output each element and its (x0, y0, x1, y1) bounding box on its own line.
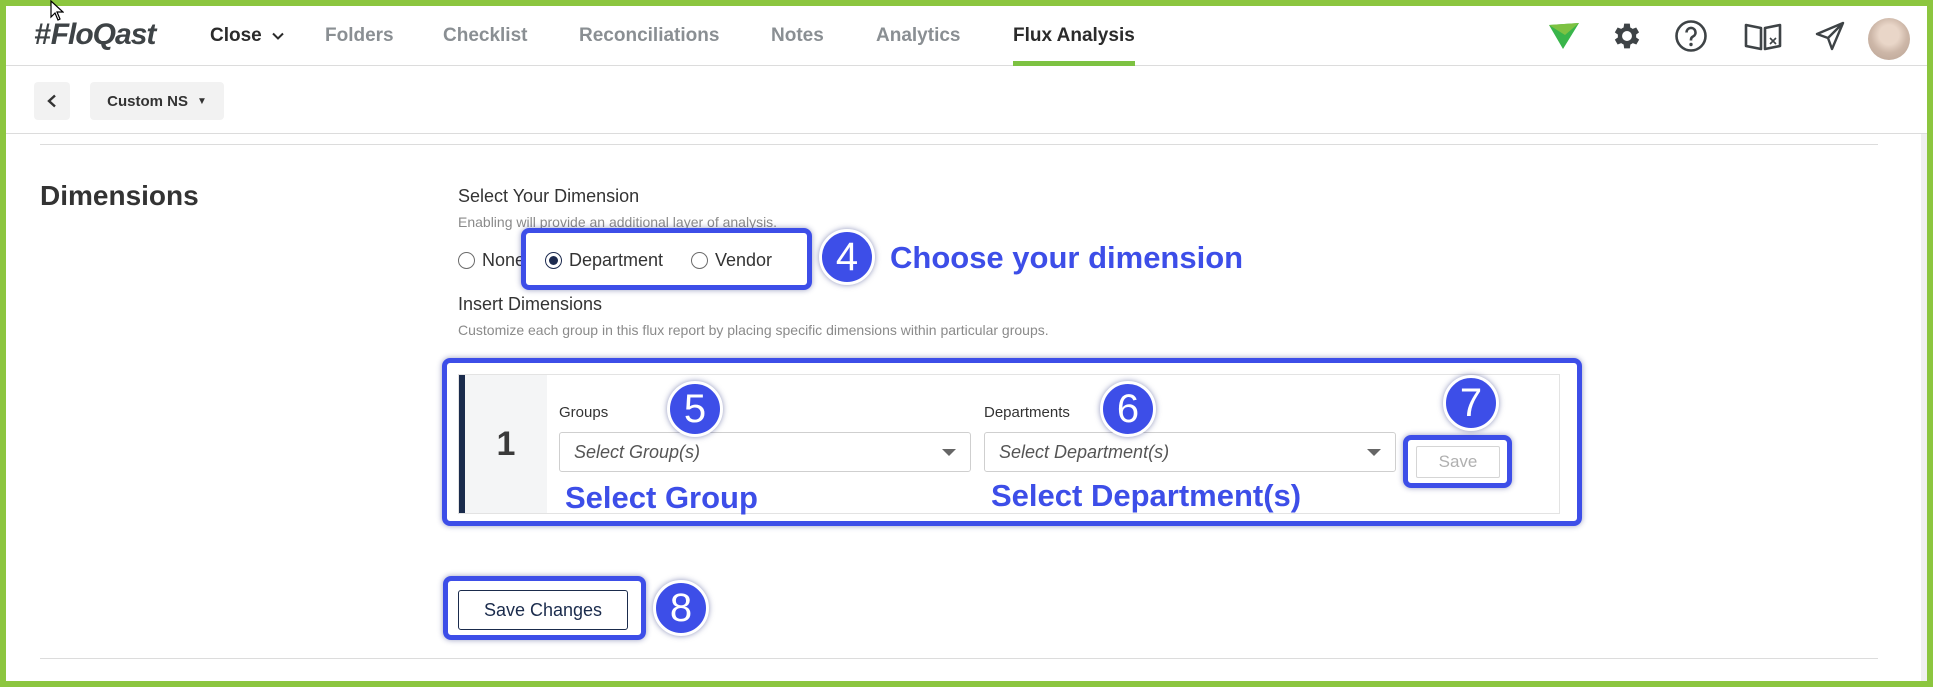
vertical-scrollbar[interactable] (1921, 134, 1927, 681)
highlight-dimension-options (521, 228, 812, 290)
insert-dimensions-hint: Customize each group in this flux report… (458, 322, 1049, 338)
insert-dimensions-heading: Insert Dimensions (458, 294, 603, 314)
nav-tab-checklist[interactable]: Checklist (443, 6, 527, 66)
highlight-save-button (1403, 435, 1512, 488)
book-icon[interactable] (1742, 18, 1784, 54)
chevron-left-icon (47, 94, 56, 108)
select-dimension-heading: Select Your Dimension (458, 186, 640, 206)
step-badge-8: 8 (653, 580, 709, 636)
callout-choose-dimension: Choose your dimension (890, 240, 1244, 275)
section-divider-top (40, 144, 1878, 145)
callout-select-departments: Select Department(s) (991, 478, 1302, 513)
nav-tab-close-label: Close (210, 25, 262, 46)
send-icon[interactable] (1812, 18, 1848, 54)
avatar[interactable] (1868, 18, 1910, 60)
nav-tab-reconciliations[interactable]: Reconciliations (579, 6, 719, 66)
floqast-logo[interactable]: # FloQast (34, 18, 156, 52)
mouse-cursor-icon (50, 0, 64, 21)
step-badge-6: 6 (1100, 381, 1156, 437)
top-navigation: # FloQast Close Folders Checklist Reconci… (6, 6, 1927, 66)
help-icon[interactable] (1673, 18, 1709, 54)
section-title: Dimensions (40, 180, 199, 211)
gear-icon[interactable] (1609, 18, 1645, 54)
app-window: # FloQast Close Folders Checklist Reconci… (6, 6, 1927, 681)
callout-select-group: Select Group (565, 480, 758, 515)
step-badge-7: 7 (1443, 375, 1499, 431)
nav-tab-folders[interactable]: Folders (325, 6, 394, 66)
section-divider-bottom (40, 658, 1878, 659)
back-button[interactable] (34, 82, 70, 120)
chevron-down-icon (272, 32, 284, 40)
sub-toolbar: Custom NS ▼ (6, 66, 1927, 134)
nav-tab-notes[interactable]: Notes (771, 6, 824, 66)
radio-none[interactable] (458, 251, 475, 269)
caret-down-icon: ▼ (196, 95, 207, 107)
radio-option-none[interactable]: None (458, 246, 525, 274)
nav-tab-close[interactable]: Close (210, 6, 284, 66)
floqast-flag-icon[interactable] (1546, 18, 1582, 54)
step-badge-4: 4 (819, 229, 875, 285)
highlight-save-changes (443, 576, 646, 640)
entity-dropdown-label: Custom NS (107, 92, 188, 110)
step-badge-5: 5 (667, 381, 723, 437)
nav-tab-analytics[interactable]: Analytics (876, 6, 960, 66)
nav-tab-flux-analysis[interactable]: Flux Analysis (1013, 6, 1135, 66)
entity-dropdown[interactable]: Custom NS ▼ (90, 82, 224, 120)
